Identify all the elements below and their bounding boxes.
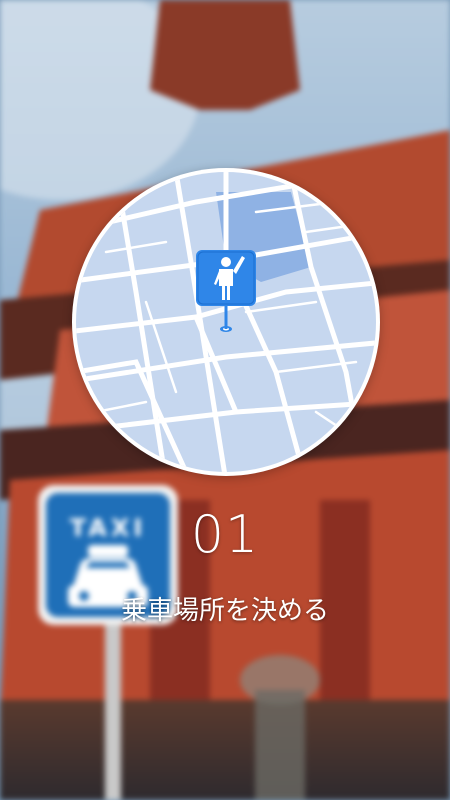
onboarding-screen: TAXI 01 乗車場所を決める (0, 0, 450, 800)
step-caption: 乗車場所を決める (120, 596, 329, 626)
street-map (76, 172, 376, 472)
step-number: 01 (190, 505, 260, 565)
pickup-map-circle (72, 168, 380, 476)
